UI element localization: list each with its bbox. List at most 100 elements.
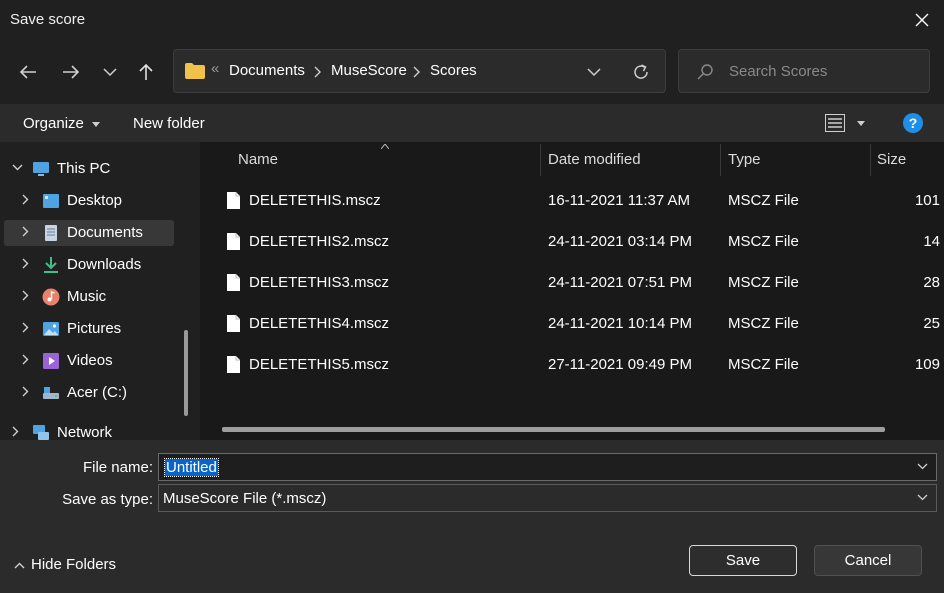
refresh-icon[interactable] <box>632 63 650 81</box>
chevron-up-icon <box>14 562 25 569</box>
sidebar-item-label: Music <box>67 288 107 305</box>
chevron-down-icon[interactable] <box>917 463 928 470</box>
file-size: 101 <box>914 192 940 209</box>
file-type: MSCZ File <box>728 274 799 291</box>
caret-down-icon <box>857 121 865 126</box>
arrow-up-icon <box>139 63 153 80</box>
horizontal-scrollbar[interactable] <box>222 427 885 432</box>
chevron-right-icon <box>413 66 420 78</box>
file-name-field[interactable]: Untitled <box>158 453 937 481</box>
sidebar-item-desktop[interactable]: Desktop <box>4 188 174 214</box>
chevron-down-icon <box>917 494 928 501</box>
column-divider[interactable] <box>540 144 541 176</box>
recent-locations-button[interactable] <box>96 58 124 86</box>
column-header-date[interactable]: Date modified <box>548 151 641 168</box>
hide-folders-label: Hide Folders <box>31 556 117 573</box>
search-input[interactable]: Search Scores <box>678 49 930 93</box>
file-date: 27-11-2021 09:49 PM <box>548 356 692 373</box>
chevron-right-icon <box>22 322 29 333</box>
sidebar-item-downloads[interactable]: Downloads <box>4 252 174 278</box>
column-divider[interactable] <box>870 144 871 176</box>
sidebar-item-label: Desktop <box>67 192 123 209</box>
navigation-pane: This PC Desktop Documents Downloads Musi… <box>0 142 200 440</box>
sidebar-item-acer-c[interactable]: Acer (C:) <box>4 380 174 406</box>
file-list: Name Date modified Type Size DELETETHIS.… <box>200 142 944 440</box>
sidebar-item-label: Pictures <box>67 320 122 337</box>
column-header-name[interactable]: Name <box>238 151 278 168</box>
table-row[interactable]: DELETETHIS.mscz 16-11-2021 11:37 AM MSCZ… <box>200 183 944 221</box>
chevron-down-icon[interactable] <box>587 68 601 77</box>
table-row[interactable]: DELETETHIS5.mscz 27-11-2021 09:49 PM MSC… <box>200 347 944 385</box>
address-bar[interactable]: « Documents MuseScore Scores <box>173 49 666 93</box>
file-icon <box>227 233 240 250</box>
back-button[interactable] <box>14 58 42 86</box>
chevron-right-icon <box>22 354 29 365</box>
sidebar-item-label: Acer (C:) <box>67 384 127 401</box>
column-header-type[interactable]: Type <box>728 151 761 168</box>
breadcrumb-documents[interactable]: Documents <box>229 62 305 79</box>
folder-icon <box>185 63 205 79</box>
close-button[interactable] <box>910 8 934 32</box>
sidebar-item-documents[interactable]: Documents <box>4 220 174 246</box>
file-name-value[interactable]: Untitled <box>164 458 219 477</box>
file-date: 24-11-2021 07:51 PM <box>548 274 692 291</box>
file-name: DELETETHIS3.mscz <box>249 274 390 291</box>
chevron-right-icon <box>22 226 29 237</box>
up-button[interactable] <box>132 58 160 86</box>
sidebar-item-videos[interactable]: Videos <box>4 348 174 374</box>
sidebar-item-music[interactable]: Music <box>4 284 174 310</box>
cancel-button[interactable]: Cancel <box>814 545 922 576</box>
table-row[interactable]: DELETETHIS2.mscz 24-11-2021 03:14 PM MSC… <box>200 224 944 262</box>
file-name-label: File name: <box>82 459 153 476</box>
sidebar-item-label: This PC <box>57 160 111 177</box>
sidebar-item-network[interactable]: Network <box>4 420 174 440</box>
file-size: 25 <box>923 315 940 332</box>
forward-button[interactable] <box>57 58 85 86</box>
sidebar-item-label: Network <box>57 424 113 440</box>
caret-down-icon <box>92 121 101 127</box>
file-name: DELETETHIS4.mscz <box>249 315 390 332</box>
save-type-value: MuseScore File (*.mscz) <box>163 490 327 507</box>
chevron-down-icon <box>12 164 23 171</box>
desktop-icon <box>43 194 59 208</box>
file-date: 24-11-2021 03:14 PM <box>548 233 692 250</box>
close-icon <box>915 13 929 27</box>
table-row[interactable]: DELETETHIS4.mscz 24-11-2021 10:14 PM MSC… <box>200 306 944 344</box>
file-size: 28 <box>923 274 940 291</box>
chevron-right-icon <box>22 386 29 397</box>
file-icon <box>227 274 240 291</box>
downloads-icon <box>44 257 58 273</box>
sort-ascending-icon <box>381 144 389 149</box>
breadcrumb-scores[interactable]: Scores <box>430 62 477 79</box>
save-button[interactable]: Save <box>689 545 797 576</box>
network-icon <box>33 425 49 440</box>
organize-button[interactable]: Organize <box>23 115 101 132</box>
search-placeholder: Search Scores <box>729 63 828 80</box>
music-icon <box>42 288 60 306</box>
breadcrumb-musescore[interactable]: MuseScore <box>331 62 407 79</box>
file-size: 14 <box>923 233 940 250</box>
videos-icon <box>43 353 59 369</box>
help-button[interactable]: ? <box>903 113 923 137</box>
window-title: Save score <box>10 11 86 28</box>
sidebar-item-label: Documents <box>67 224 143 241</box>
hide-folders-button[interactable]: Hide Folders <box>14 556 116 573</box>
navigation-bar: « Documents MuseScore Scores Search Scor… <box>0 40 944 104</box>
sidebar-scrollbar[interactable] <box>184 330 188 416</box>
sidebar-item-this-pc[interactable]: This PC <box>4 156 174 182</box>
column-divider[interactable] <box>720 144 721 176</box>
chevron-right-icon <box>22 290 29 301</box>
table-row[interactable]: DELETETHIS3.mscz 24-11-2021 07:51 PM MSC… <box>200 265 944 303</box>
breadcrumb-overflow[interactable]: « <box>211 60 219 77</box>
new-folder-button[interactable]: New folder <box>133 115 205 132</box>
file-type: MSCZ File <box>728 233 799 250</box>
svg-text:?: ? <box>909 115 918 131</box>
view-options-button[interactable] <box>825 114 871 134</box>
search-icon <box>697 64 713 80</box>
save-type-select[interactable]: MuseScore File (*.mscz) <box>158 484 937 512</box>
chevron-right-icon <box>22 258 29 269</box>
chevron-right-icon <box>314 66 321 78</box>
column-header-size[interactable]: Size <box>877 151 906 168</box>
save-options-panel: File name: Untitled Save as type: MuseSc… <box>0 440 944 593</box>
sidebar-item-pictures[interactable]: Pictures <box>4 316 174 342</box>
